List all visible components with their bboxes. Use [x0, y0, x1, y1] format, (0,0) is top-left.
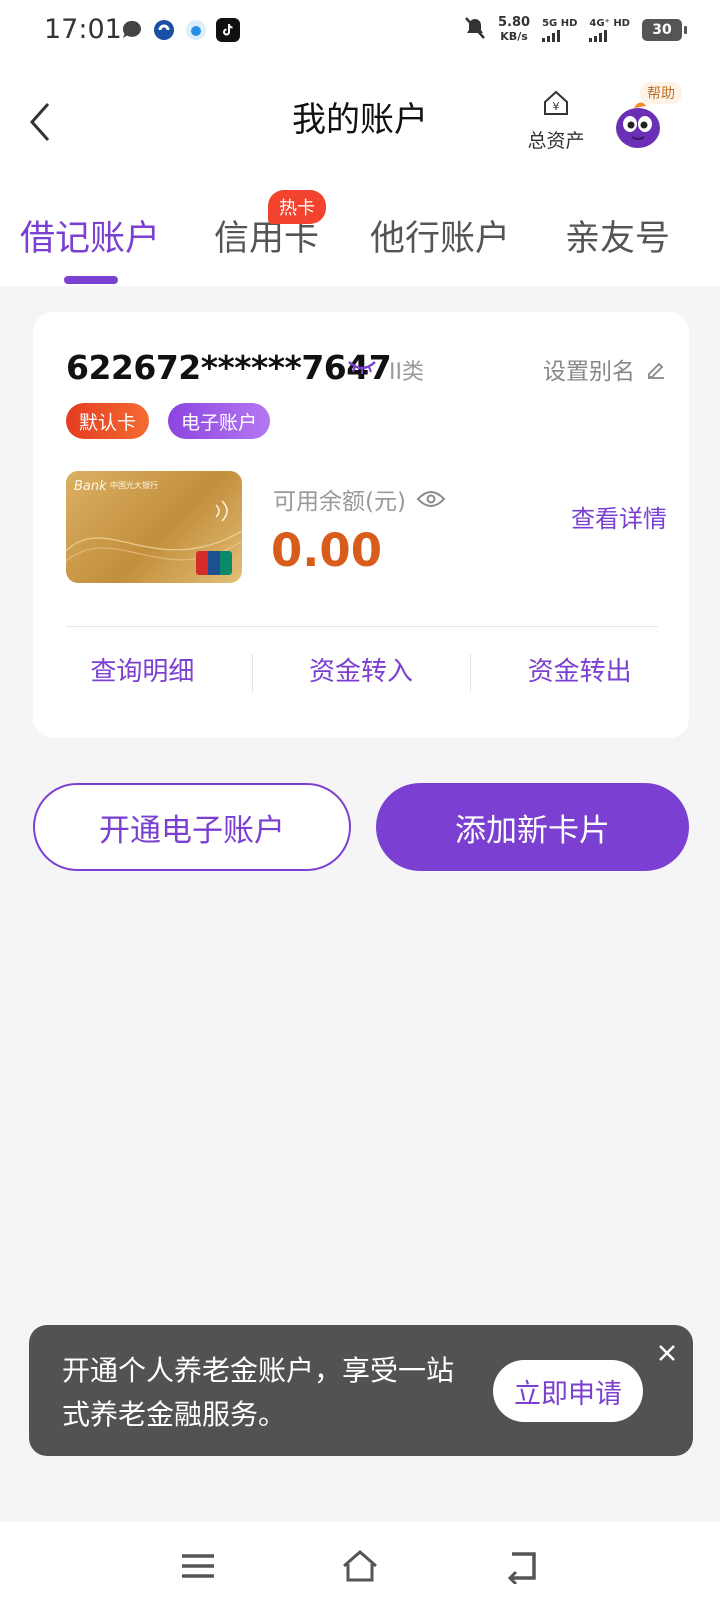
- cloud-app-icon: [184, 18, 208, 42]
- eye-closed-icon[interactable]: [347, 358, 377, 376]
- edit-pencil-icon: [648, 362, 664, 379]
- balance-label-row: 可用余额(元): [273, 482, 446, 516]
- close-icon[interactable]: [655, 1341, 679, 1365]
- svg-text:¥: ¥: [553, 100, 560, 113]
- set-alias-label: 设置别名: [543, 359, 635, 385]
- account-type: II类: [389, 360, 424, 385]
- tab-friends-account[interactable]: 亲友号: [565, 210, 670, 261]
- house-yen-icon: ¥: [544, 90, 568, 115]
- bank-card-image[interactable]: Bank 中国光大银行: [66, 471, 242, 583]
- query-details-button[interactable]: 查询明细: [33, 642, 252, 702]
- card-bank-name: 中国光大银行: [110, 481, 158, 490]
- default-card-badge: 默认卡: [66, 403, 150, 439]
- back-nav-icon[interactable]: [502, 1548, 542, 1584]
- banner-text: 开通个人养老金账户，享受一站式养老金融服务。: [62, 1354, 455, 1431]
- open-e-account-button[interactable]: 开通电子账户: [33, 783, 351, 871]
- tab-active-indicator: [64, 276, 118, 284]
- network-label-2: 4G⁺ HD: [589, 18, 630, 29]
- signal-bars-icon: [589, 30, 630, 42]
- add-card-button[interactable]: 添加新卡片: [376, 783, 689, 871]
- system-nav-bar: [0, 1522, 720, 1612]
- tiktok-icon: [216, 18, 240, 42]
- set-alias-button[interactable]: 设置别名: [543, 352, 667, 386]
- system-status: 5.80 KB/s 5G HD 4G⁺ HD 30: [464, 16, 687, 44]
- status-bar: 17:01 5.80 KB/s 5G HD 4G⁺ HD 30: [0, 0, 720, 64]
- speed-unit: KB/s: [500, 30, 528, 43]
- balance-value: 0.00: [271, 524, 383, 577]
- menu-icon[interactable]: [178, 1548, 218, 1584]
- account-tabs: 借记账户 信用卡 热卡 他行账户 亲友号: [0, 176, 720, 286]
- hot-badge: 热卡: [268, 190, 326, 224]
- home-icon[interactable]: [340, 1548, 380, 1584]
- message-icon: [120, 18, 144, 42]
- signal-bars-icon: [542, 30, 577, 42]
- apply-now-button[interactable]: 立即申请: [493, 1360, 643, 1422]
- transfer-out-button[interactable]: 资金转出: [470, 642, 689, 702]
- balance-label: 可用余额(元): [273, 489, 406, 515]
- signal-1: 5G HD: [542, 18, 577, 42]
- account-number: 622672******7647: [66, 348, 392, 387]
- card-logo: Bank: [74, 479, 107, 494]
- e-account-badge: 电子账户: [168, 403, 271, 439]
- total-assets-label: 总资产: [527, 130, 585, 152]
- status-time: 17:01: [44, 14, 122, 45]
- app-header: 我的账户 ¥ 总资产 帮助: [0, 64, 720, 176]
- bank-app-icon: [152, 18, 176, 42]
- view-details-link[interactable]: 查看详情: [571, 499, 667, 534]
- network-label-1: 5G HD: [542, 18, 578, 29]
- divider: [66, 626, 658, 627]
- account-card-panel: 622672******7647 II类 设置别名 默认卡 电子账户 Bank …: [33, 312, 689, 738]
- signal-2: 4G⁺ HD: [589, 18, 630, 42]
- network-speed: 5.80 KB/s: [498, 16, 530, 44]
- mute-bell-icon: [464, 16, 486, 44]
- help-label[interactable]: 帮助: [640, 82, 682, 104]
- notification-icons: [120, 18, 240, 42]
- unionpay-icon: [196, 551, 232, 575]
- tab-other-bank-account[interactable]: 他行账户: [370, 210, 510, 261]
- battery-icon: 30: [642, 19, 687, 41]
- eye-open-icon[interactable]: [416, 489, 446, 509]
- tab-debit-account[interactable]: 借记账户: [20, 210, 160, 261]
- pension-banner: 开通个人养老金账户，享受一站式养老金融服务。 立即申请: [29, 1325, 693, 1456]
- transfer-in-button[interactable]: 资金转入: [251, 642, 471, 702]
- account-actions: 查询明细 资金转入 资金转出: [33, 642, 689, 702]
- speed-value: 5.80: [497, 15, 531, 30]
- total-assets-button[interactable]: ¥ 总资产: [516, 88, 596, 153]
